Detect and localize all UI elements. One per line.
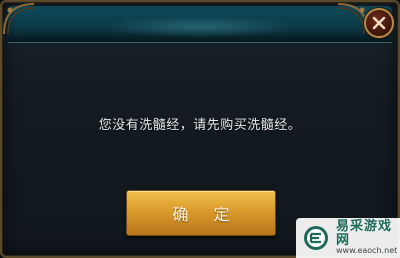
dialog-body: 您没有洗髓经，请先购买洗髓经。 (14, 48, 386, 198)
close-x-icon (372, 16, 386, 30)
watermark-text: 易采游戏网 www.eaoch.net (336, 220, 400, 256)
watermark: 易采游戏网 www.eaoch.net (296, 218, 400, 258)
eaoch-logo-icon (302, 224, 330, 252)
confirm-button[interactable]: 确 定 (126, 190, 276, 236)
dialog-message: 您没有洗髓经，请先购买洗髓经。 (98, 117, 302, 133)
confirm-button-label: 确 定 (172, 205, 240, 224)
header-glow (100, 16, 300, 38)
ornament-icon (2, 2, 36, 36)
dialog-header (8, 6, 392, 43)
watermark-title: 易采游戏网 (336, 219, 393, 248)
watermark-url: www.eaoch.net (336, 246, 398, 256)
close-button[interactable] (364, 8, 394, 38)
